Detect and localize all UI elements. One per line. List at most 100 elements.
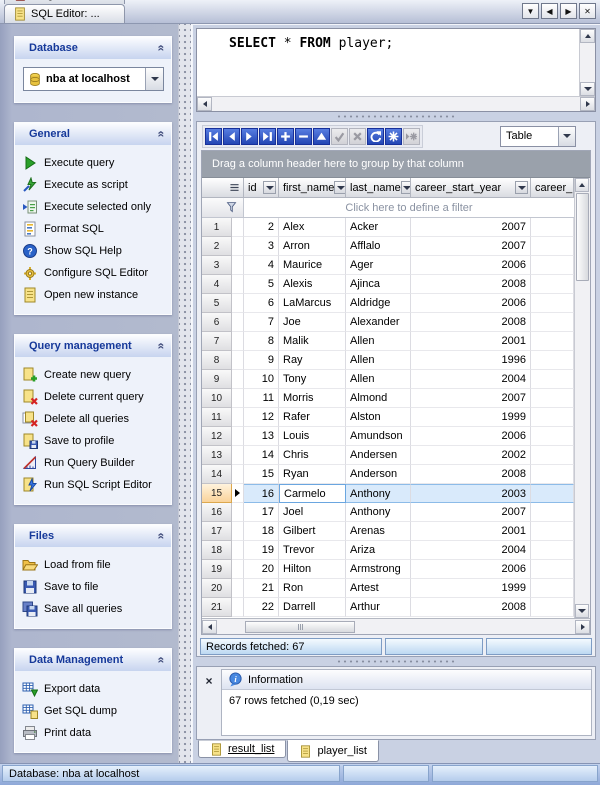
cell-last-name[interactable]: Alston (346, 408, 411, 427)
collapse-chevron-icon[interactable]: « (157, 45, 167, 52)
table-row[interactable]: 67JoeAlexander2008 (202, 313, 574, 332)
cell-first-name[interactable]: Arron (279, 237, 346, 256)
cell-career-start-year[interactable]: 2006 (411, 560, 531, 579)
panel-header-query-management[interactable]: Query management« (15, 335, 171, 357)
cell-career-start-year[interactable]: 2002 (411, 446, 531, 465)
table-row[interactable]: 910TonyAllen2004 (202, 370, 574, 389)
define-filter-cell[interactable]: Click here to define a filter (244, 198, 574, 218)
query-tab-player-list[interactable]: player_list (287, 740, 379, 762)
database-select-dropdown-button[interactable] (145, 68, 163, 90)
cell-id[interactable]: 14 (244, 446, 279, 465)
refresh-button[interactable] (367, 128, 384, 145)
cell-id[interactable]: 22 (244, 598, 279, 617)
cell-career-start-year[interactable]: 2001 (411, 332, 531, 351)
cell-first-name[interactable]: Chris (279, 446, 346, 465)
sidebar-item-print-data[interactable]: Print data (19, 722, 169, 744)
column-dropdown-button[interactable] (334, 181, 346, 194)
cell-id[interactable]: 9 (244, 351, 279, 370)
editor-vertical-scrollbar[interactable] (579, 29, 595, 96)
table-row[interactable]: 1516CarmeloAnthony2003 (202, 484, 574, 503)
cell-career[interactable] (531, 541, 574, 560)
row-number-cell[interactable]: 2 (202, 237, 232, 256)
cell-career[interactable] (531, 351, 574, 370)
cell-career[interactable] (531, 313, 574, 332)
tab-sql-editor[interactable]: SQL Editor: ... (4, 4, 125, 23)
scroll-up-button[interactable] (580, 29, 595, 43)
row-number-cell[interactable]: 13 (202, 446, 232, 465)
cell-career-start-year[interactable]: 2006 (411, 256, 531, 275)
table-row[interactable]: 23ArronAfflalo2007 (202, 237, 574, 256)
column-header-first-name[interactable]: first_name (279, 178, 346, 198)
table-row[interactable]: 1920HiltonArmstrong2006 (202, 560, 574, 579)
cell-id[interactable]: 5 (244, 275, 279, 294)
fetch-all-button[interactable] (385, 128, 402, 145)
row-number-cell[interactable]: 5 (202, 294, 232, 313)
cell-id[interactable]: 7 (244, 313, 279, 332)
table-row[interactable]: 1011MorrisAlmond2007 (202, 389, 574, 408)
cell-last-name[interactable]: Ariza (346, 541, 411, 560)
cell-id[interactable]: 11 (244, 389, 279, 408)
cell-first-name[interactable]: Darrell (279, 598, 346, 617)
fetch-next-button[interactable] (403, 128, 420, 145)
grid-scroll-left-button[interactable] (202, 620, 217, 634)
cell-first-name[interactable]: Ryan (279, 465, 346, 484)
panel-header-data-management[interactable]: Data Management« (15, 649, 171, 671)
scroll-right-button[interactable] (580, 97, 595, 111)
next-record-button[interactable] (241, 128, 258, 145)
table-row[interactable]: 89RayAllen1996 (202, 351, 574, 370)
close-info-button[interactable]: × (201, 673, 217, 689)
column-dropdown-button[interactable] (515, 181, 528, 194)
cell-career-start-year[interactable]: 2008 (411, 275, 531, 294)
sidebar-item-save-all-queries[interactable]: Save all queries (19, 598, 169, 620)
cell-career-start-year[interactable]: 1996 (411, 351, 531, 370)
table-row[interactable]: 1112RaferAlston1999 (202, 408, 574, 427)
post-edit-button[interactable] (331, 128, 348, 145)
scroll-tabs-left-button[interactable]: ◀ (541, 3, 558, 19)
cell-id[interactable]: 20 (244, 560, 279, 579)
column-dropdown-button[interactable] (401, 181, 411, 194)
last-record-button[interactable] (259, 128, 276, 145)
sidebar-item-export-data[interactable]: Export data (19, 678, 169, 700)
cell-career[interactable] (531, 427, 574, 446)
cell-first-name[interactable]: LaMarcus (279, 294, 346, 313)
row-number-cell[interactable]: 8 (202, 351, 232, 370)
cell-first-name[interactable]: Rafer (279, 408, 346, 427)
cell-first-name[interactable]: Gilbert (279, 522, 346, 541)
cell-last-name[interactable]: Arthur (346, 598, 411, 617)
scroll-tabs-right-button[interactable]: ▶ (560, 3, 577, 19)
cell-first-name[interactable]: Joe (279, 313, 346, 332)
cell-id[interactable]: 19 (244, 541, 279, 560)
cell-id[interactable]: 15 (244, 465, 279, 484)
cell-career-start-year[interactable]: 2006 (411, 427, 531, 446)
cell-first-name[interactable]: Ray (279, 351, 346, 370)
prior-record-button[interactable] (223, 128, 240, 145)
cell-last-name[interactable]: Anthony (346, 484, 411, 503)
cell-career[interactable] (531, 275, 574, 294)
cell-career-start-year[interactable]: 2007 (411, 237, 531, 256)
sidebar-item-delete-current-query[interactable]: Delete current query (19, 386, 169, 408)
cell-first-name[interactable]: Tony (279, 370, 346, 389)
cell-first-name[interactable]: Morris (279, 389, 346, 408)
sidebar-item-save-to-file[interactable]: Save to file (19, 576, 169, 598)
sidebar-item-load-from-file[interactable]: Load from file (19, 554, 169, 576)
table-row[interactable]: 1213LouisAmundson2006 (202, 427, 574, 446)
editor-horizontal-scrollbar[interactable] (197, 96, 595, 111)
cell-first-name[interactable]: Louis (279, 427, 346, 446)
cell-career[interactable] (531, 446, 574, 465)
table-row[interactable]: 1819TrevorAriza2004 (202, 541, 574, 560)
row-number-cell[interactable]: 18 (202, 541, 232, 560)
grid-corner-cell[interactable] (202, 178, 244, 198)
cell-career[interactable] (531, 256, 574, 275)
cell-last-name[interactable]: Ager (346, 256, 411, 275)
filter-button[interactable] (202, 198, 244, 218)
editor-results-splitter[interactable] (196, 112, 596, 121)
sidebar-item-create-new-query[interactable]: Create new query (19, 364, 169, 386)
grid-scroll-down-button[interactable] (575, 604, 589, 618)
cell-career-start-year[interactable]: 2008 (411, 465, 531, 484)
row-number-cell[interactable]: 15 (202, 484, 232, 503)
column-header-last-name[interactable]: last_name (346, 178, 411, 198)
table-row[interactable]: 12AlexAcker2007 (202, 218, 574, 237)
cell-id[interactable]: 3 (244, 237, 279, 256)
cell-first-name[interactable]: Alex (279, 218, 346, 237)
sidebar-item-run-sql-script-editor[interactable]: Run SQL Script Editor (19, 474, 169, 496)
